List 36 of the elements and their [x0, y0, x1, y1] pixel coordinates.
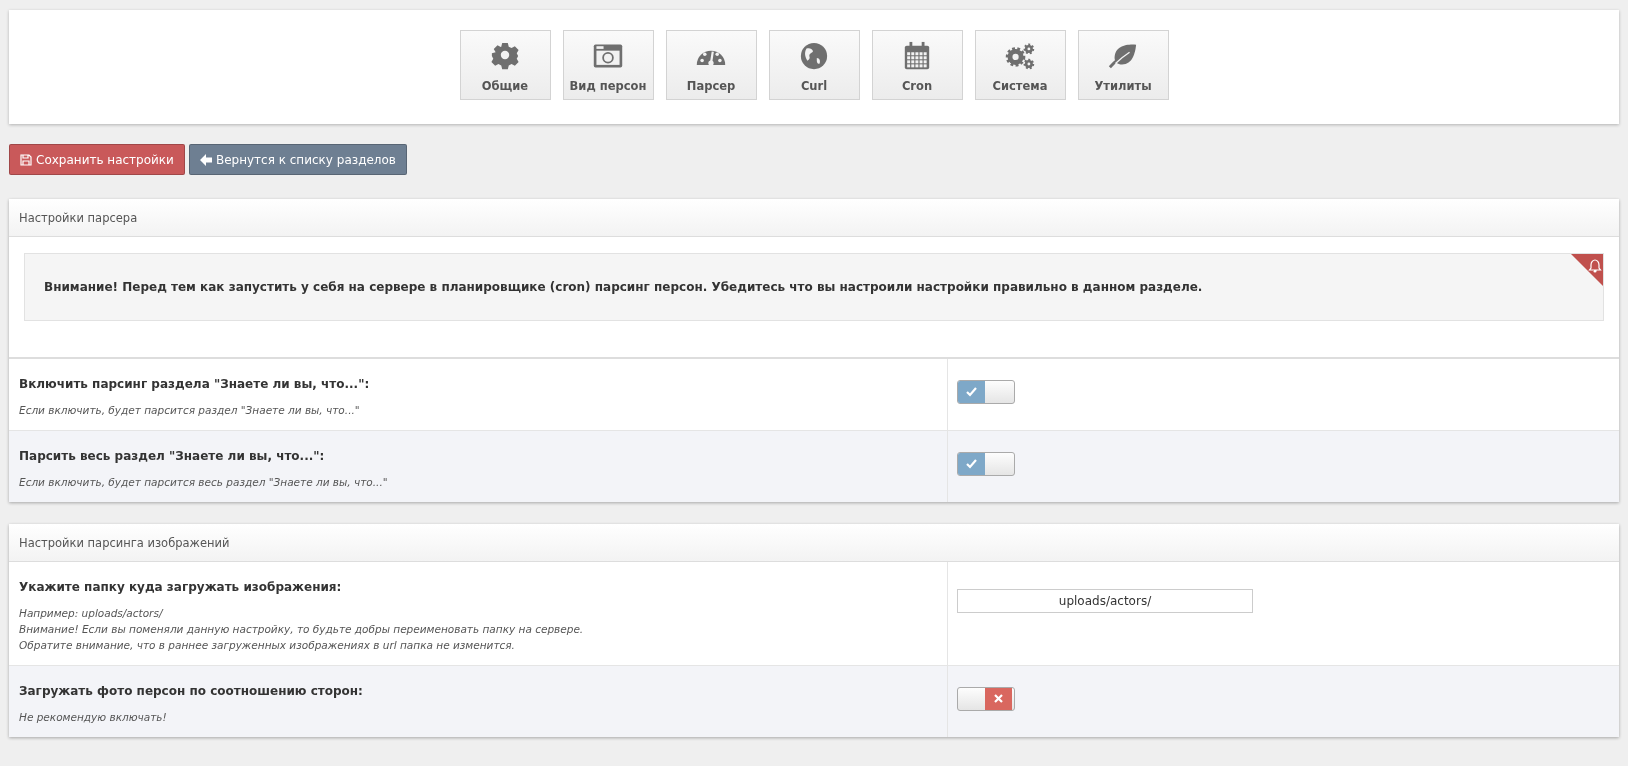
- setting-label: Парсить весь раздел "Знаете ли вы, что...":: [19, 449, 326, 463]
- arrow-left-icon: [199, 153, 212, 166]
- back-button[interactable]: Вернутся к списку разделов: [188, 144, 407, 175]
- nav-tile[interactable]: Вид персон: [562, 30, 654, 100]
- camera-icon: [592, 41, 624, 71]
- setting-hint: Если включить, будет парсится весь раздел "Знаете ли вы, что...": [19, 475, 389, 490]
- globe-icon: [798, 41, 830, 71]
- cross-icon: [994, 694, 1003, 703]
- gears-icon: [1004, 41, 1036, 71]
- alert-message: Внимание! Перед тем как запустить у себя на сервере в планировщике (cron) парсинг персон. Убедитесь что вы настроили настройки правильно в данном разделе.: [24, 253, 1604, 321]
- floppy-icon: [20, 153, 32, 166]
- toggle-switch[interactable]: [957, 686, 1015, 711]
- setting-hint: Если включить, будет парсится раздел "Знаете ли вы, что...": [19, 403, 361, 418]
- setting-hint: Например: uploads/actors/: [19, 606, 165, 621]
- panel-title: Настройки парсера: [9, 199, 1619, 237]
- nav-tile[interactable]: Парсер: [665, 30, 757, 100]
- gear-icon: [489, 41, 521, 71]
- check-icon: [966, 386, 977, 397]
- nav-tile[interactable]: Curl: [768, 30, 860, 100]
- setting-label: Включить парсинг раздела "Знаете ли вы, что...":: [19, 377, 371, 391]
- save-button[interactable]: Сохранить настройки: [9, 144, 185, 175]
- setting-hint: Обратите внимание, что в раннее загруженных изображениях в url папка не изменится.: [19, 638, 516, 653]
- nav-tile[interactable]: Система: [974, 30, 1066, 100]
- panel-title: Настройки парсинга изображений: [9, 524, 1619, 562]
- bell-icon: [1571, 254, 1603, 286]
- nav-tile[interactable]: Утилиты: [1077, 30, 1169, 100]
- toggle-switch[interactable]: [957, 379, 1015, 404]
- check-icon: [966, 458, 977, 469]
- setting-hint: Не рекомендую включать!: [19, 710, 168, 725]
- toggle-switch[interactable]: [957, 451, 1015, 476]
- setting-hint: Внимание! Если вы поменяли данную настройку, то будьте добры переименовать папку на сервере.: [19, 622, 585, 637]
- nav-tile[interactable]: Cron: [871, 30, 963, 100]
- nav-tile[interactable]: Общие: [459, 30, 551, 100]
- setting-label: Загружать фото персон по соотношению сторон:: [19, 684, 364, 698]
- setting-label: Укажите папку куда загружать изображения:: [19, 580, 343, 594]
- folder-input[interactable]: uploads/actors/: [957, 588, 1253, 613]
